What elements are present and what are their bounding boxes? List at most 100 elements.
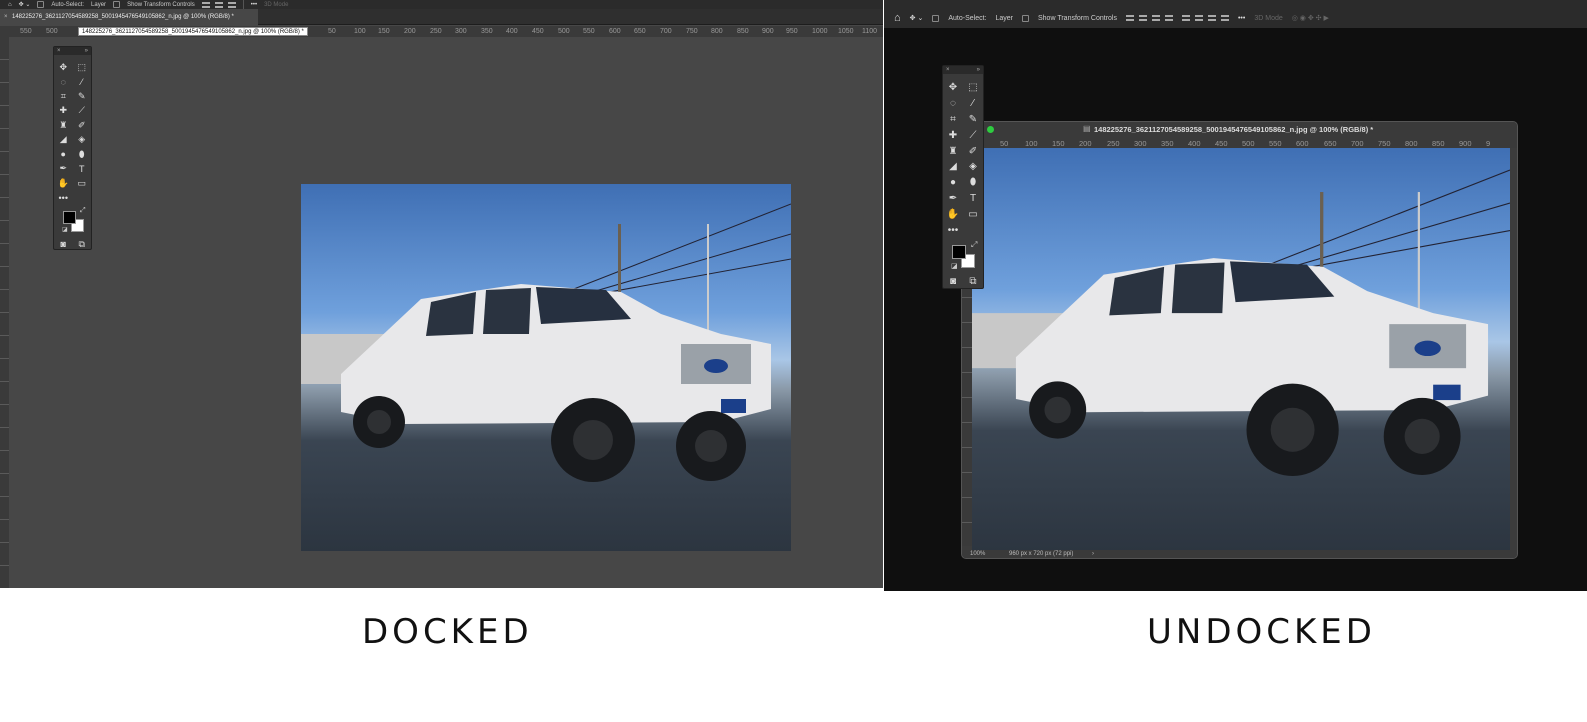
ruler-tick: 950 (786, 28, 798, 35)
pen-icon[interactable]: ✒ (59, 162, 67, 177)
options-bar: ⌂ ✥ ⌄ Auto-Select: Layer Show Transform … (0, 0, 883, 9)
ruler-tick: 850 (1432, 139, 1445, 148)
rectangle-icon[interactable]: ▭ (77, 176, 86, 191)
document-title-tooltip: 148225276_3621127054589258_5001945476549… (78, 27, 308, 36)
quick-mask-icon[interactable]: ◙ (950, 274, 956, 289)
foreground-color-swatch[interactable] (952, 244, 966, 259)
rectangle-icon[interactable]: ▭ (968, 206, 977, 222)
ruler-tick: 750 (686, 28, 698, 35)
close-panel-icon[interactable]: × (57, 47, 61, 55)
lasso-icon[interactable]: ◌ (950, 96, 956, 112)
collapse-panel-icon[interactable]: » (85, 47, 88, 55)
swap-colors-icon[interactable]: ⤢ (971, 240, 977, 250)
color-swatches[interactable]: ⤢ ◪ (54, 207, 91, 237)
marquee-icon[interactable]: ⬚ (968, 80, 977, 96)
move-icon[interactable]: ✥ (949, 80, 957, 96)
history-brush-icon[interactable]: ✐ (78, 118, 86, 133)
close-document-icon[interactable] (987, 126, 994, 133)
swap-colors-icon[interactable]: ⤢ (80, 207, 86, 215)
history-brush-icon[interactable]: ✐ (969, 143, 977, 159)
healing-icon[interactable]: ✚ (59, 104, 67, 119)
default-colors-icon[interactable]: ◪ (62, 226, 68, 233)
dodge-icon[interactable]: ⬮ (79, 147, 85, 162)
more-options-icon[interactable]: ••• (1238, 15, 1245, 22)
auto-select-label: Auto-Select: (948, 14, 987, 22)
paint-bucket-icon[interactable]: ◈ (78, 133, 85, 148)
eraser-icon[interactable]: ◢ (949, 159, 957, 175)
ruler-tick: 200 (1079, 139, 1092, 148)
home-icon[interactable]: ⌂ (894, 12, 901, 24)
collapse-panel-icon[interactable]: » (977, 66, 980, 74)
document-canvas-image[interactable] (301, 184, 791, 551)
zoom-level[interactable]: 100% (970, 550, 985, 558)
align-buttons[interactable] (201, 1, 236, 8)
stamp-icon[interactable]: ♜ (59, 118, 67, 133)
ruler-tick: 150 (378, 28, 390, 35)
hand-icon[interactable]: ✋ (947, 206, 959, 222)
ruler-tick: 550 (583, 28, 595, 35)
foreground-color-swatch[interactable] (63, 211, 76, 224)
eyedropper-icon[interactable]: ✎ (78, 89, 86, 104)
tools-panel-header[interactable]: ×» (943, 66, 983, 74)
auto-select-checkbox[interactable] (932, 14, 940, 22)
layer-select[interactable]: Layer (995, 15, 1013, 22)
show-transform-checkbox[interactable] (113, 1, 121, 8)
home-icon[interactable]: ⌂ (8, 2, 12, 8)
document-window-titlebar[interactable]: ▤ 148225276_3621127054589258_50019454765… (962, 122, 1517, 138)
lasso-icon[interactable]: ◌ (61, 75, 66, 90)
close-panel-icon[interactable]: × (946, 66, 950, 74)
tools-panel[interactable]: ×» ✥ ⬚ ◌ ⁄ ⌗ ✎ ✚ ⟋ ♜ ✐ ◢ ◈ ● ⬮ ✒ T ✋ ▭ •… (53, 46, 92, 250)
3d-tools-icons[interactable]: ◎ ◉ ✥ ✣ ▶ (1292, 14, 1329, 22)
move-tool-preset-icon[interactable]: ✥ ⌄ (910, 15, 924, 22)
type-icon[interactable]: T (970, 191, 976, 207)
quick-mask-icon[interactable]: ◙ (61, 237, 66, 251)
marquee-icon[interactable]: ⬚ (77, 60, 86, 75)
healing-icon[interactable]: ✚ (949, 127, 957, 143)
eraser-icon[interactable]: ◢ (60, 133, 67, 148)
stamp-icon[interactable]: ♜ (949, 143, 958, 159)
brush-icon[interactable]: ⟋ (970, 127, 977, 143)
blur-icon[interactable]: ● (950, 175, 956, 191)
screen-mode-icon[interactable]: ⧉ (79, 237, 85, 251)
layer-select[interactable]: Layer (91, 2, 106, 8)
more-tools-icon[interactable]: ••• (59, 191, 68, 206)
hand-icon[interactable]: ✋ (58, 176, 69, 191)
more-tools-icon[interactable]: ••• (948, 222, 959, 238)
ruler-tick: 800 (711, 28, 723, 35)
move-icon[interactable]: ✥ (59, 60, 67, 75)
dodge-icon[interactable]: ⬮ (970, 175, 976, 191)
distribute-buttons[interactable] (1181, 15, 1229, 21)
screen-mode-icon[interactable]: ⧉ (969, 274, 976, 289)
pen-icon[interactable]: ✒ (949, 191, 957, 207)
document-tab[interactable]: × 148225276_3621127054589258_50019454765… (0, 9, 258, 25)
auto-select-checkbox[interactable] (37, 1, 45, 8)
default-colors-icon[interactable]: ◪ (951, 262, 958, 270)
quick-select-icon[interactable]: ⁄ (972, 96, 974, 112)
color-swatches[interactable]: ⤢ ◪ (943, 240, 983, 274)
floating-document-window[interactable]: ▤ 148225276_3621127054589258_50019454765… (961, 121, 1518, 559)
tools-panel[interactable]: ×» ✥ ⬚ ◌ ⁄ ⌗ ✎ ✚ ⟋ ♜ ✐ ◢ ◈ ● ⬮ ✒ T ✋ ▭ •… (942, 65, 984, 289)
align-buttons[interactable] (1125, 15, 1173, 21)
ruler-tick: 450 (532, 28, 544, 35)
close-tab-icon[interactable]: × (4, 9, 8, 25)
ruler-tick: 400 (506, 28, 518, 35)
ruler-tick: 400 (1188, 139, 1201, 148)
eyedropper-icon[interactable]: ✎ (969, 112, 977, 128)
status-arrow-icon[interactable]: › (1092, 550, 1094, 558)
paint-bucket-icon[interactable]: ◈ (969, 159, 977, 175)
ruler-tick: 650 (1324, 139, 1337, 148)
blur-icon[interactable]: ● (61, 147, 66, 162)
more-options-icon[interactable]: ••• (251, 2, 257, 8)
tools-panel-header[interactable]: ×» (54, 47, 91, 55)
brush-icon[interactable]: ⟋ (79, 104, 85, 119)
document-canvas-image[interactable] (972, 148, 1510, 552)
show-transform-checkbox[interactable] (1022, 14, 1029, 22)
docked-caption: DOCKED (362, 612, 533, 652)
crop-icon[interactable]: ⌗ (950, 112, 956, 128)
type-icon[interactable]: T (79, 162, 85, 177)
move-tool-preset-icon[interactable]: ✥ ⌄ (19, 2, 31, 8)
quick-select-icon[interactable]: ⁄ (81, 75, 83, 90)
ruler-tick: 50 (1000, 139, 1009, 148)
document-tab-title: 148225276_3621127054589258_5001945476549… (12, 14, 234, 20)
crop-icon[interactable]: ⌗ (61, 89, 66, 104)
